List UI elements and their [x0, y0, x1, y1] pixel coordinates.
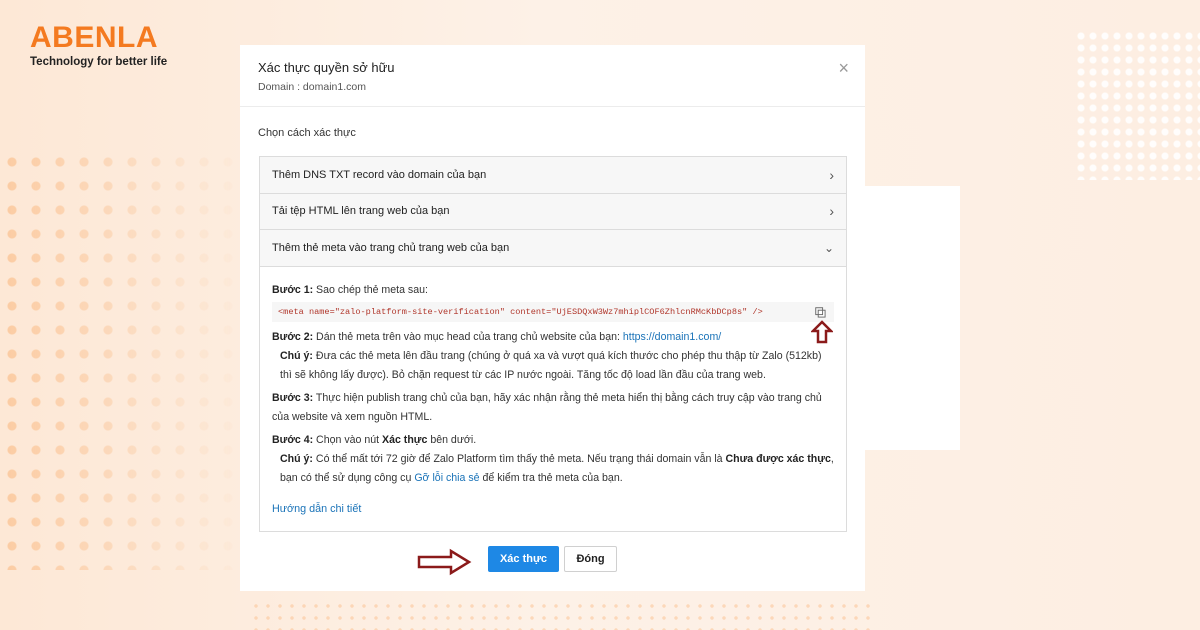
- ownership-verification-dialog: Xác thực quyền sở hữu Domain : domain1.c…: [240, 45, 865, 591]
- option-html-file[interactable]: Tải tệp HTML lên trang web của bạn ›: [260, 193, 846, 230]
- step-2: Bước 2: Dán thẻ meta trên vào mục head c…: [272, 328, 834, 385]
- note-text: để kiểm tra thẻ meta của bạn.: [479, 471, 623, 484]
- step-label: Bước 3:: [272, 391, 314, 404]
- step-1: Bước 1: Sao chép thẻ meta sau:: [272, 281, 834, 300]
- brand-logo: ABENLA Technology for better life: [30, 21, 168, 69]
- close-button[interactable]: Đóng: [564, 546, 617, 572]
- note-text: Có thể mất tới 72 giờ để Zalo Platform t…: [312, 452, 726, 465]
- chevron-right-icon: ›: [829, 203, 834, 220]
- step-label: Bước 1:: [272, 283, 314, 296]
- note-text: Đưa các thẻ meta lên đầu trang (chúng ở …: [280, 349, 822, 381]
- step-4-note: Chú ý: Có thể mất tới 72 giờ để Zalo Pla…: [272, 450, 834, 488]
- domain-link[interactable]: https://domain1.com/: [623, 331, 721, 343]
- step-text: Sao chép thẻ meta sau:: [313, 283, 428, 296]
- verification-methods: Thêm DNS TXT record vào domain của bạn ›…: [259, 156, 847, 532]
- step-text: Chọn vào nút: [313, 433, 383, 446]
- option-label: Tải tệp HTML lên trang web của bạn: [272, 205, 450, 218]
- chevron-right-icon: ›: [829, 166, 834, 183]
- step-2-note: Chú ý: Đưa các thẻ meta lên đầu trang (c…: [272, 347, 834, 385]
- verify-emphasis: Xác thực: [382, 433, 428, 446]
- note-label: Chú ý:: [280, 452, 313, 465]
- background-panel: [860, 186, 960, 450]
- step-text: bên dưới.: [427, 433, 477, 446]
- dialog-footer: Xác thực Đóng: [488, 546, 617, 572]
- decorative-dots-right: [1075, 30, 1200, 180]
- step-text: Dán thẻ meta trên vào mục head của trang…: [313, 330, 623, 343]
- step-text: Thực hiện publish trang chủ của bạn, hãy…: [272, 391, 822, 423]
- step-label: Bước 4:: [272, 433, 314, 446]
- decorative-dots-left: [0, 150, 250, 570]
- option-label: Thêm DNS TXT record vào domain của bạn: [272, 168, 487, 181]
- status-emphasis: Chưa được xác thực: [725, 452, 831, 465]
- copy-icon[interactable]: [815, 306, 826, 318]
- annotation-arrow-up-icon: [811, 320, 833, 344]
- dialog-subtitle: Domain : domain1.com: [258, 81, 366, 93]
- chevron-down-icon: ⌄: [823, 240, 834, 255]
- debug-share-link[interactable]: Gỡ lỗi chia sẻ: [414, 472, 479, 484]
- guide-link[interactable]: Hướng dẫn chi tiết: [272, 500, 361, 519]
- step-3: Bước 3: Thực hiện publish trang chủ của …: [272, 389, 834, 427]
- close-icon[interactable]: ×: [838, 59, 849, 77]
- dialog-title: Xác thực quyền sở hữu: [258, 60, 395, 75]
- brand-name: ABENLA: [30, 21, 158, 54]
- step-label: Bước 2:: [272, 330, 314, 343]
- meta-tag-instructions: Bước 1: Sao chép thẻ meta sau: <meta nam…: [260, 267, 846, 519]
- dialog-header: Xác thực quyền sở hữu Domain : domain1.c…: [240, 45, 865, 107]
- meta-code-box[interactable]: <meta name="zalo-platform-site-verificat…: [272, 301, 834, 322]
- meta-code: <meta name="zalo-platform-site-verificat…: [278, 306, 763, 317]
- annotation-arrow-right-icon: [417, 548, 472, 576]
- section-label: Chọn cách xác thực: [258, 127, 356, 139]
- option-dns-txt[interactable]: Thêm DNS TXT record vào domain của bạn ›: [260, 157, 846, 194]
- note-label: Chú ý:: [280, 349, 313, 362]
- option-meta-tag[interactable]: Thêm thẻ meta vào trang chủ trang web củ…: [260, 230, 846, 267]
- brand-tagline: Technology for better life: [30, 56, 168, 68]
- option-label: Thêm thẻ meta vào trang chủ trang web củ…: [272, 241, 510, 254]
- step-4: Bước 4: Chọn vào nút Xác thực bên dưới. …: [272, 431, 834, 488]
- verify-button[interactable]: Xác thực: [488, 546, 559, 572]
- decorative-dots-bottom: [250, 600, 870, 630]
